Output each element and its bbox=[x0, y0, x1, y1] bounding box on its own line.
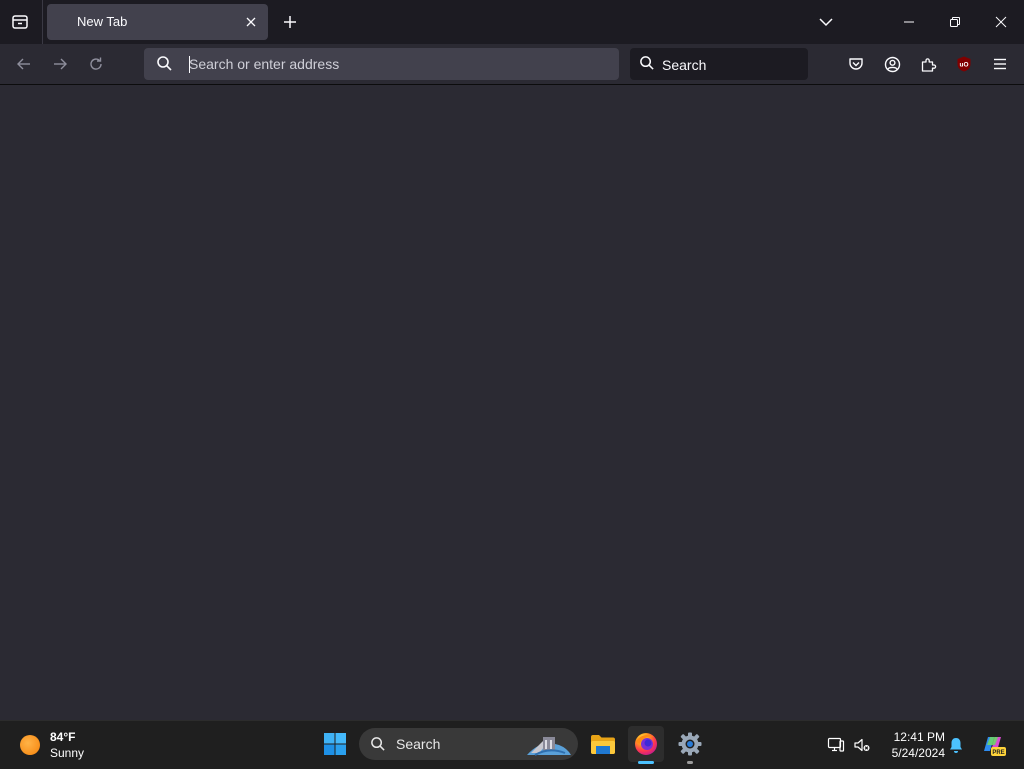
account-icon[interactable] bbox=[878, 50, 906, 78]
page-content[interactable] bbox=[0, 85, 1024, 720]
address-input[interactable] bbox=[188, 48, 609, 80]
search-icon bbox=[156, 55, 173, 72]
taskbar: 84°F Sunny Search 12:41 PM 5/24/2024 PRE bbox=[0, 720, 1024, 769]
reload-icon[interactable] bbox=[82, 50, 110, 78]
system-clock[interactable]: 12:41 PM 5/24/2024 bbox=[879, 729, 945, 761]
firefox-view-icon[interactable] bbox=[6, 9, 34, 35]
hamburger-menu-icon[interactable] bbox=[986, 50, 1014, 78]
minimize-icon[interactable] bbox=[886, 0, 932, 44]
close-icon[interactable] bbox=[242, 13, 260, 31]
running-indicator bbox=[687, 761, 693, 764]
gear-icon[interactable] bbox=[672, 726, 708, 764]
weather-temperature: 84°F bbox=[50, 730, 76, 744]
tab-title: New Tab bbox=[77, 14, 128, 29]
weather-widget[interactable]: 84°F Sunny bbox=[12, 727, 132, 763]
search-icon bbox=[370, 736, 386, 752]
clock-time: 12:41 PM bbox=[893, 730, 945, 744]
url-bar[interactable] bbox=[144, 48, 619, 80]
navigation-toolbar: uO bbox=[0, 44, 1024, 85]
sun-icon bbox=[20, 735, 40, 755]
ublock-icon[interactable]: uO bbox=[950, 50, 978, 78]
chevron-down-icon[interactable] bbox=[812, 8, 840, 36]
bell-icon[interactable] bbox=[946, 735, 966, 755]
puzzle-icon[interactable] bbox=[914, 50, 942, 78]
plus-icon[interactable] bbox=[277, 9, 303, 35]
weather-condition: Sunny bbox=[50, 746, 85, 760]
search-highlight-illustration bbox=[525, 731, 573, 760]
firefox-icon[interactable] bbox=[628, 726, 664, 764]
tab-strip-divider bbox=[42, 0, 43, 44]
tab-strip: New Tab bbox=[0, 0, 1024, 44]
copilot-icon[interactable]: PRE bbox=[980, 733, 1006, 757]
svg-text:uO: uO bbox=[959, 62, 968, 69]
forward-arrow-icon[interactable] bbox=[46, 50, 74, 78]
taskbar-search-label: Search bbox=[396, 736, 441, 752]
pocket-icon[interactable] bbox=[842, 50, 870, 78]
text-caret bbox=[189, 56, 190, 73]
network-icon[interactable] bbox=[826, 735, 846, 755]
search-icon bbox=[639, 55, 655, 71]
back-arrow-icon[interactable] bbox=[10, 50, 38, 78]
svg-text:PRE: PRE bbox=[992, 750, 1004, 756]
volume-muted-icon[interactable] bbox=[852, 735, 872, 755]
windows-logo-icon[interactable] bbox=[318, 727, 352, 761]
search-bar[interactable] bbox=[630, 48, 808, 82]
file-explorer-icon[interactable] bbox=[585, 726, 621, 762]
running-indicator bbox=[638, 761, 654, 764]
search-input[interactable] bbox=[660, 48, 804, 82]
window-close-icon[interactable] bbox=[978, 0, 1024, 44]
tab-new-tab[interactable]: New Tab bbox=[47, 4, 268, 40]
taskbar-search[interactable]: Search bbox=[359, 728, 578, 760]
restore-icon[interactable] bbox=[932, 0, 978, 44]
clock-date: 5/24/2024 bbox=[891, 746, 945, 760]
